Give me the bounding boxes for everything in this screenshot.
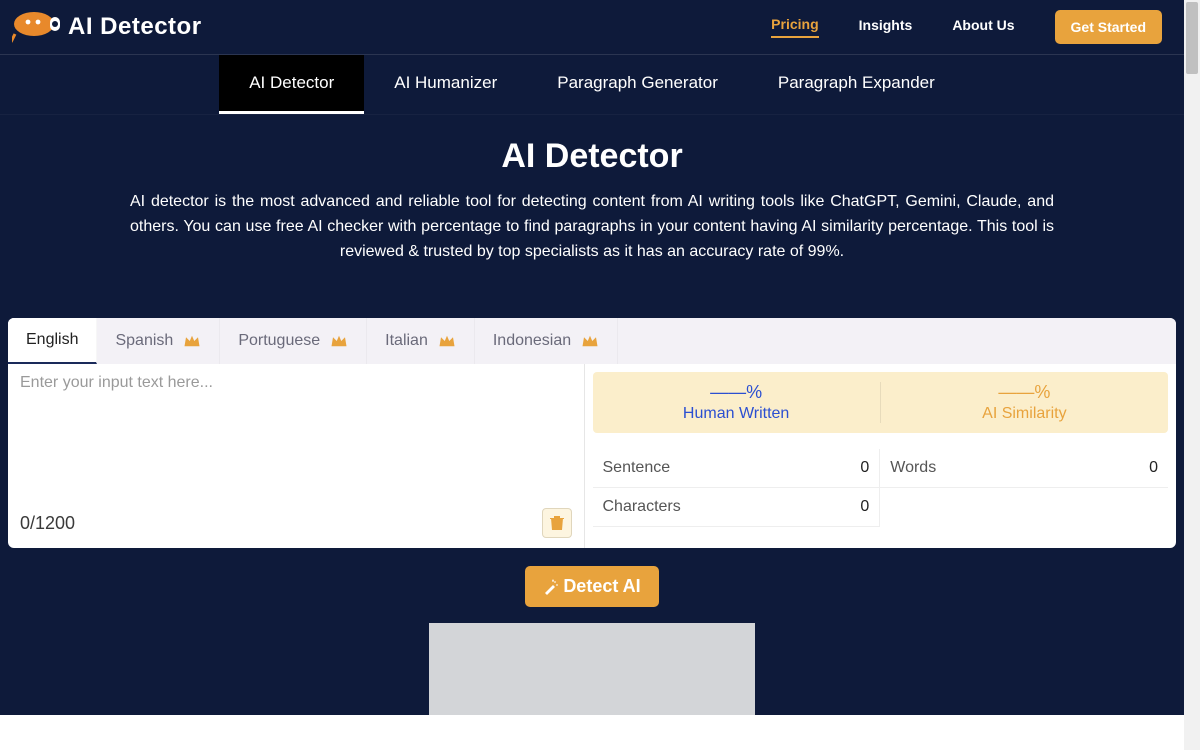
hero: AI Detector AI detector is the most adva…: [0, 115, 1184, 300]
clear-button[interactable]: [542, 508, 572, 538]
card-body: 0/1200 ——% Human Written ——% AI Similari…: [8, 364, 1176, 548]
stat-words: Words 0: [880, 449, 1168, 488]
crown-icon: [581, 334, 599, 348]
ai-label: AI Similarity: [881, 405, 1168, 423]
get-started-button[interactable]: Get Started: [1055, 10, 1162, 44]
scrollbar[interactable]: [1184, 0, 1200, 750]
detect-wrap: Detect AI: [0, 566, 1184, 607]
detect-button[interactable]: Detect AI: [525, 566, 658, 607]
ai-percentage: ——%: [881, 382, 1168, 403]
stats-grid: Sentence 0 Words 0 Characters 0: [593, 449, 1169, 527]
stat-value: 0: [860, 498, 869, 516]
nav-pricing[interactable]: Pricing: [771, 16, 818, 38]
logo-icon: [12, 10, 60, 44]
wand-icon: [543, 579, 559, 595]
input-footer: 0/1200: [8, 500, 584, 548]
crown-icon: [438, 334, 456, 348]
human-label: Human Written: [593, 405, 880, 423]
stat-label: Sentence: [603, 459, 671, 477]
lang-tab-portuguese[interactable]: Portuguese: [220, 318, 367, 364]
tab-paragraph-generator[interactable]: Paragraph Generator: [527, 55, 748, 114]
result-band: ——% Human Written ——% AI Similarity: [593, 372, 1169, 433]
results-panel: ——% Human Written ——% AI Similarity Sent…: [585, 364, 1177, 548]
nav-insights[interactable]: Insights: [859, 17, 913, 37]
crown-icon: [183, 334, 201, 348]
text-input[interactable]: [8, 364, 584, 500]
bottom-strip: [0, 715, 1184, 750]
lang-tab-italian[interactable]: Italian: [367, 318, 475, 364]
stat-label: Characters: [603, 498, 681, 516]
logo[interactable]: AI Detector: [12, 10, 202, 44]
stat-value: 0: [1149, 459, 1158, 477]
tab-ai-humanizer[interactable]: AI Humanizer: [364, 55, 527, 114]
lang-label: Portuguese: [238, 332, 320, 350]
stat-label: Words: [890, 459, 936, 477]
human-percentage: ——%: [593, 382, 880, 403]
stat-characters: Characters 0: [593, 488, 881, 527]
page-description: AI detector is the most advanced and rel…: [130, 190, 1054, 264]
lang-tab-english[interactable]: English: [8, 318, 97, 364]
ad-placeholder: [429, 623, 755, 727]
lang-label: Indonesian: [493, 332, 571, 350]
scrollbar-thumb[interactable]: [1186, 2, 1198, 74]
stat-value: 0: [860, 459, 869, 477]
trash-icon: [550, 515, 564, 531]
brand-name: AI Detector: [68, 13, 202, 41]
header: AI Detector Pricing Insights About Us Ge…: [0, 0, 1184, 55]
tab-ai-detector[interactable]: AI Detector: [219, 55, 364, 114]
input-panel: 0/1200: [8, 364, 585, 548]
lang-tab-spanish[interactable]: Spanish: [97, 318, 220, 364]
tab-paragraph-expander[interactable]: Paragraph Expander: [748, 55, 965, 114]
human-result: ——% Human Written: [593, 382, 881, 423]
language-tabs: English Spanish Portuguese Italian Indon…: [8, 318, 1176, 364]
nav: Pricing Insights About Us Get Started: [771, 10, 1162, 44]
tool-tabs: AI Detector AI Humanizer Paragraph Gener…: [0, 55, 1184, 115]
detect-label: Detect AI: [563, 576, 640, 597]
page-title: AI Detector: [130, 137, 1054, 176]
lang-label: Italian: [385, 332, 428, 350]
detector-card: English Spanish Portuguese Italian Indon…: [8, 318, 1176, 548]
stat-sentence: Sentence 0: [593, 449, 881, 488]
nav-about[interactable]: About Us: [952, 17, 1014, 37]
lang-tab-indonesian[interactable]: Indonesian: [475, 318, 618, 364]
crown-icon: [330, 334, 348, 348]
lang-label: Spanish: [115, 332, 173, 350]
lang-label: English: [26, 331, 78, 349]
ai-result: ——% AI Similarity: [881, 382, 1168, 423]
stat-empty: [880, 488, 1168, 527]
char-counter: 0/1200: [20, 513, 75, 534]
